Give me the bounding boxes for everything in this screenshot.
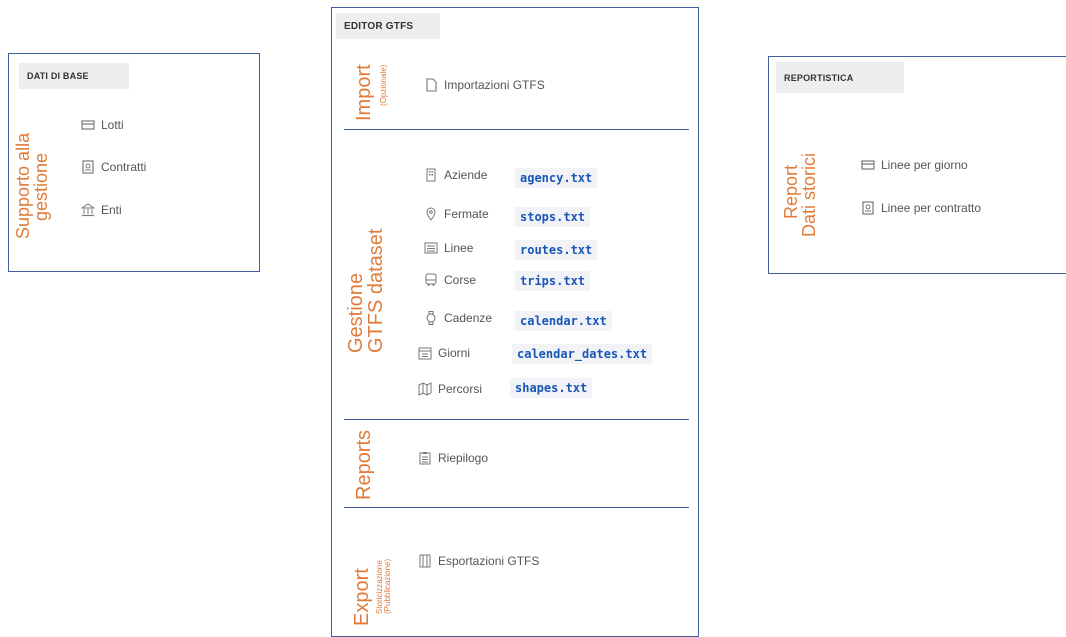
menu-item-label: Fermate <box>444 207 489 221</box>
calendar-icon <box>418 346 432 360</box>
menu-item-linee-per-contratto[interactable]: Linee per contratto <box>861 201 981 215</box>
section-label-reports: Reports <box>353 429 375 500</box>
section-divider <box>344 419 689 420</box>
file-name: trips.txt <box>515 271 591 291</box>
vertical-label-line: Supporto alla <box>13 132 33 239</box>
menu-item-aziende[interactable]: Aziende <box>424 168 487 182</box>
vertical-label-report: Report Dati storici <box>781 152 819 237</box>
map-icon <box>418 382 432 396</box>
menu-item-label: Cadenze <box>444 311 493 325</box>
menu-item-label: Esportazioni GTFS <box>438 554 540 568</box>
menu-item-linee-per-giorno[interactable]: Linee per giorno <box>861 158 968 172</box>
section-label: Reports <box>353 429 375 500</box>
file-name: routes.txt <box>515 240 598 260</box>
menu-item-giorni[interactable]: Giorni <box>418 346 470 360</box>
clipboard-icon <box>418 451 432 465</box>
menu-item-label: Corse <box>444 273 477 287</box>
file-name: shapes.txt <box>510 378 593 398</box>
file-name: agency.txt <box>515 168 598 188</box>
section-label: GTFS dataset <box>365 228 387 354</box>
section-sublabel-export: Storicizzazione (Pubblicazione) <box>375 558 392 614</box>
panel-editor-gtfs: EDITOR GTFS Import (Opzionale) Importazi… <box>331 7 699 637</box>
section-divider <box>344 507 689 508</box>
menu-item-label: Linee per contratto <box>881 201 982 215</box>
panel-header: REPORTISTICA <box>776 62 904 93</box>
menu-item-label: Enti <box>101 203 122 217</box>
list-icon <box>424 241 438 255</box>
menu-item-label: Contratti <box>101 160 147 174</box>
vertical-label-line: gestione <box>31 152 51 221</box>
section-sublabel-import: (Opzionale) <box>379 64 388 106</box>
card-icon <box>861 158 875 172</box>
menu-item-label: Lotti <box>101 118 124 132</box>
file-name: stops.txt <box>515 207 591 227</box>
panel-header: EDITOR GTFS <box>336 13 440 39</box>
building-icon <box>424 168 438 182</box>
menu-item-cadenze[interactable]: Cadenze <box>424 311 492 325</box>
menu-item-label: Riepilogo <box>438 451 489 465</box>
menu-item-lotti[interactable]: Lotti <box>81 118 124 132</box>
menu-item-enti[interactable]: Enti <box>81 203 122 217</box>
card-icon <box>81 118 95 132</box>
menu-item-linee[interactable]: Linee <box>424 241 473 255</box>
menu-item-percorsi[interactable]: Percorsi <box>418 382 482 396</box>
file-name: calendar.txt <box>515 311 612 331</box>
section-label: Gestione <box>345 272 367 353</box>
menu-item-fermate[interactable]: Fermate <box>424 207 489 221</box>
menu-item-label: Giorni <box>438 346 471 360</box>
menu-item-label: Linee per giorno <box>881 158 968 172</box>
building-icon <box>81 203 95 217</box>
menu-item-esportazioni[interactable]: Esportazioni GTFS <box>418 554 539 568</box>
section-label: Import <box>353 64 375 121</box>
watch-icon <box>424 311 438 325</box>
menu-item-contratti[interactable]: Contratti <box>81 160 146 174</box>
section-label: Export <box>351 568 373 626</box>
section-label-import: Import <box>353 64 375 121</box>
menu-item-importazioni[interactable]: Importazioni GTFS <box>424 78 545 92</box>
bus-icon <box>424 273 438 287</box>
panel-dati-di-base: DATI DI BASE Supporto alla gestione Lott… <box>8 53 260 272</box>
menu-item-label: Importazioni GTFS <box>444 78 545 92</box>
section-sublabel: (Opzionale) <box>379 64 388 106</box>
location-pin-icon <box>424 207 438 221</box>
file-name: calendar_dates.txt <box>512 344 653 364</box>
file-icon <box>424 78 438 92</box>
vertical-label-line: Report <box>781 164 801 219</box>
menu-item-label: Linee <box>444 241 474 255</box>
document-icon <box>81 160 95 174</box>
menu-item-corse[interactable]: Corse <box>424 273 476 287</box>
panel-header: DATI DI BASE <box>19 63 129 89</box>
document-icon <box>861 201 875 215</box>
vertical-label-supporto: Supporto alla gestione <box>13 132 51 239</box>
section-label-gestione: Gestione GTFS dataset <box>345 228 387 354</box>
panel-reportistica: REPORTISTICA Report Dati storici Linee p… <box>768 56 1066 274</box>
section-divider <box>344 129 689 130</box>
section-sublabel: (Pubblicazione) <box>383 558 392 614</box>
columns-icon <box>418 554 432 568</box>
menu-item-label: Aziende <box>444 168 488 182</box>
menu-item-label: Percorsi <box>438 382 483 396</box>
menu-item-riepilogo[interactable]: Riepilogo <box>418 451 488 465</box>
vertical-label-line: Dati storici <box>799 152 819 237</box>
section-label-export: Export <box>351 568 373 626</box>
